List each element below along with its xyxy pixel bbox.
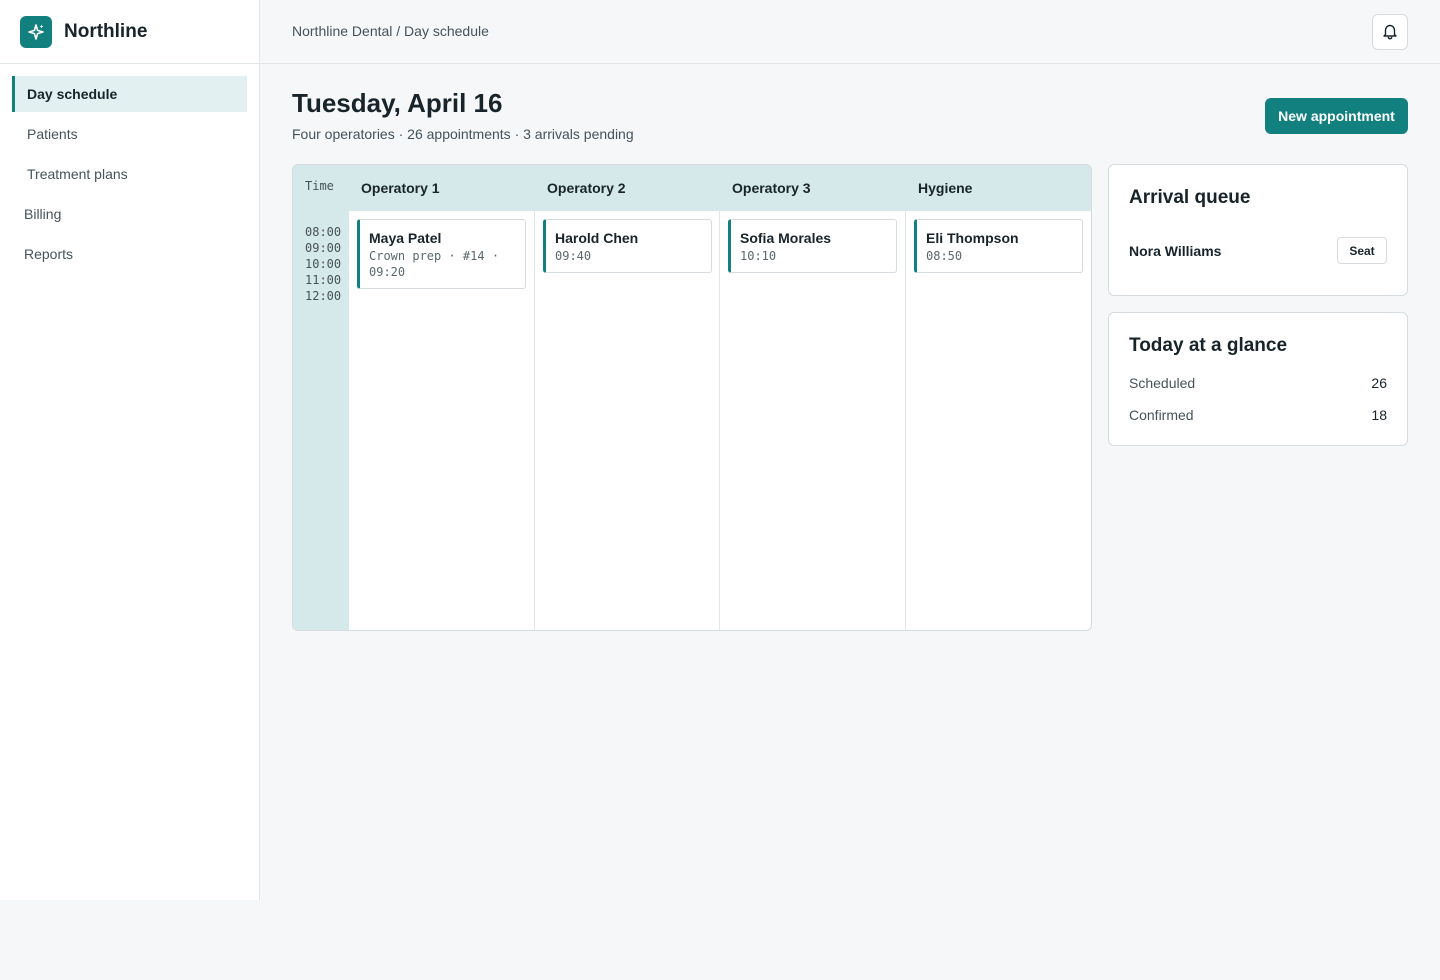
- glance-title: Today at a glance: [1129, 335, 1288, 356]
- stat-value-scheduled: 26: [1371, 375, 1387, 391]
- arrival-queue-title: Arrival queue: [1129, 187, 1251, 208]
- time-slots: 08:00 09:00 10:00 11:00 12:00: [305, 224, 341, 304]
- time-slot: 12:00: [305, 289, 342, 303]
- appointment-patient: Maya Patel: [369, 230, 442, 246]
- column-divider: [534, 211, 535, 630]
- column-header-operatory-1: Operatory 1: [361, 180, 440, 196]
- sidebar-item-label: Treatment plans: [27, 166, 128, 182]
- schedule-grid: Time 08:00 09:00 10:00 11:00 12:00 Opera…: [292, 164, 1092, 631]
- appointment-detail: Crown prep · #14 · 09:20: [369, 249, 500, 279]
- appointment-detail: 10:10: [740, 249, 777, 263]
- arrival-queue-card: Arrival queue Nora Williams Seat: [1108, 164, 1408, 296]
- time-slot: 08:00: [305, 225, 342, 239]
- column-header-hygiene: Hygiene: [918, 180, 973, 196]
- sidebar-item-billing[interactable]: Billing: [12, 196, 247, 232]
- queue-patient-name: Nora Williams: [1129, 243, 1222, 259]
- sparkle-icon: [20, 15, 52, 48]
- time-slot: 11:00: [305, 273, 342, 287]
- glance-card: Today at a glance Scheduled 26 Confirmed…: [1108, 312, 1408, 446]
- stat-value-confirmed: 18: [1371, 407, 1387, 423]
- sidebar-nav: Day schedule Patients Treatment plans Bi…: [0, 64, 259, 272]
- stat-label-confirmed: Confirmed: [1129, 407, 1194, 423]
- bell-icon: [1381, 22, 1399, 43]
- seat-button[interactable]: Seat: [1337, 237, 1387, 264]
- notifications-button[interactable]: [1372, 14, 1408, 50]
- sidebar-item-day-schedule[interactable]: Day schedule: [12, 76, 247, 112]
- sidebar-item-reports[interactable]: Reports: [12, 236, 247, 272]
- breadcrumb: Northline Dental / Day schedule: [292, 23, 489, 39]
- stat-label-scheduled: Scheduled: [1129, 375, 1196, 391]
- sidebar: Northline Day schedule Patients Treatmen…: [0, 0, 260, 900]
- appointment-card[interactable]: Sofia Morales 10:10: [728, 219, 897, 273]
- column-header-operatory-3: Operatory 3: [732, 180, 811, 196]
- sidebar-item-label: Patients: [27, 126, 78, 142]
- appointment-card[interactable]: Eli Thompson 08:50: [914, 219, 1083, 273]
- time-column: Time 08:00 09:00 10:00 11:00 12:00: [293, 165, 349, 630]
- brand: Northline: [0, 0, 259, 64]
- page-subtitle: Four operatories · 26 appointments · 3 a…: [292, 126, 634, 142]
- column-divider: [719, 211, 720, 630]
- sidebar-item-treatment-plans[interactable]: Treatment plans: [12, 156, 247, 192]
- appointment-patient: Harold Chen: [555, 230, 639, 246]
- appointment-card[interactable]: Maya Patel Crown prep · #14 · 09:20: [357, 219, 526, 289]
- appointment-patient: Eli Thompson: [926, 230, 1019, 246]
- page-title: Tuesday, April 16: [292, 88, 503, 118]
- time-slot: 09:00: [305, 241, 342, 255]
- appointment-detail: 08:50: [926, 249, 963, 263]
- sidebar-item-label: Day schedule: [27, 86, 118, 102]
- sidebar-item-label: Reports: [24, 246, 74, 262]
- top-bar: Northline Dental / Day schedule: [260, 0, 1440, 64]
- appointment-card[interactable]: Harold Chen 09:40: [543, 219, 712, 273]
- sidebar-item-label: Billing: [24, 206, 62, 222]
- brand-name: Northline: [64, 20, 148, 42]
- column-divider: [905, 211, 906, 630]
- sidebar-item-patients[interactable]: Patients: [12, 116, 247, 152]
- time-column-label: Time: [305, 179, 334, 193]
- column-header-operatory-2: Operatory 2: [547, 180, 626, 196]
- time-slot: 10:00: [305, 257, 342, 271]
- appointment-detail: 09:40: [555, 249, 592, 263]
- new-appointment-button[interactable]: New appointment: [1265, 98, 1408, 134]
- appointment-patient: Sofia Morales: [740, 230, 832, 246]
